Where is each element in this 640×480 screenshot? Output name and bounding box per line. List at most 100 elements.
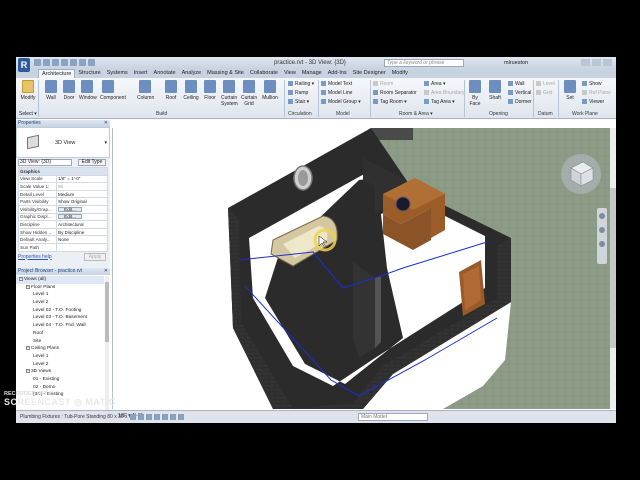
shaft-button[interactable]: Shaft — [487, 80, 503, 101]
model-line-button[interactable]: Model Line — [321, 90, 352, 96]
tree-item[interactable]: Level 2 — [16, 299, 104, 307]
browser-scrollbar[interactable] — [105, 276, 109, 410]
floor-button[interactable]: Floor — [202, 80, 218, 101]
level-button[interactable]: Level — [536, 81, 555, 87]
measure-icon[interactable] — [79, 59, 86, 66]
property-value[interactable]: Medium — [56, 189, 108, 199]
roof-button[interactable]: Roof — [163, 80, 179, 101]
edit-button[interactable]: Edit... — [58, 206, 82, 212]
tab-insert[interactable]: Insert — [131, 69, 151, 78]
ceiling-button[interactable]: Ceiling — [183, 80, 199, 101]
wall-button[interactable]: Wall — [43, 80, 59, 101]
tree-item[interactable]: −3D Views — [16, 368, 104, 376]
room-button[interactable]: Room — [373, 81, 393, 87]
property-value[interactable]: Edit... — [56, 204, 108, 214]
tree-item[interactable]: Site — [16, 338, 104, 346]
show-button[interactable]: Show — [582, 81, 602, 87]
help-search-input[interactable]: Type a keyword or phrase — [384, 59, 464, 67]
viewport-scrollbar[interactable] — [610, 128, 616, 409]
railing-button[interactable]: Railing ▾ — [288, 81, 314, 87]
expand-toggle-icon[interactable]: − — [26, 369, 30, 374]
redo-icon[interactable] — [61, 59, 68, 66]
tree-item[interactable]: − Ceiling Plans — [16, 345, 104, 353]
tab-view[interactable]: View — [281, 69, 299, 78]
signed-in-user[interactable]: mlrueston — [504, 60, 528, 66]
wall-button[interactable]: Wall — [508, 81, 525, 87]
modify-button[interactable]: Modify — [20, 80, 36, 101]
tab-analyze[interactable]: Analyze — [179, 69, 205, 78]
property-value[interactable]: Architectural — [56, 220, 108, 229]
tab-site-designer[interactable]: Site Designer — [350, 69, 389, 78]
mullion-button[interactable]: Mullion — [262, 80, 278, 101]
save-icon[interactable] — [43, 59, 50, 66]
tab-manage[interactable]: Manage — [299, 69, 325, 78]
expand-toggle-icon[interactable]: − — [26, 346, 30, 351]
property-value[interactable]: Edit... — [56, 212, 108, 222]
model-text-button[interactable]: Model Text — [321, 81, 352, 87]
property-value[interactable] — [56, 242, 108, 252]
tree-item[interactable]: Level 02 - T.O. Footing — [16, 307, 104, 315]
model-3d-scene[interactable] — [113, 128, 610, 409]
grid-button[interactable]: Grid — [536, 90, 552, 96]
dormer-button[interactable]: Dormer — [508, 99, 532, 105]
tab-structure[interactable]: Structure — [75, 69, 103, 78]
expand-toggle-icon[interactable]: − — [19, 277, 23, 281]
scroll-thumb[interactable] — [610, 188, 616, 348]
tab-annotate[interactable]: Annotate — [151, 69, 179, 78]
ramp-button[interactable]: Ramp — [288, 90, 308, 96]
navigation-bar[interactable] — [597, 208, 607, 264]
shadows-icon[interactable] — [154, 414, 160, 420]
properties-help-link[interactable]: Properties help — [18, 254, 52, 260]
viewcube-icon[interactable] — [561, 154, 601, 194]
edit-type-button[interactable]: Edit Type — [78, 159, 106, 166]
curtain-grid-button[interactable]: Curtain Grid — [241, 80, 257, 107]
edit-button[interactable]: Edit... — [58, 214, 82, 220]
select-dropdown[interactable]: Select ▾ — [19, 111, 37, 117]
by-face-button[interactable]: By Face — [467, 80, 483, 107]
maximize-icon[interactable] — [592, 59, 601, 66]
active-model-field[interactable]: Main Model — [358, 413, 428, 421]
app-logo-icon[interactable]: R — [18, 58, 30, 72]
close-icon[interactable]: ✕ — [104, 120, 108, 127]
property-value[interactable]: 96 — [56, 182, 108, 191]
window-button[interactable]: Window — [79, 80, 97, 101]
viewer-button[interactable]: Viewer — [582, 99, 604, 105]
tree-item[interactable]: − Views (all) — [16, 276, 104, 284]
tag-room-button[interactable]: Tag Room ▾ — [373, 99, 407, 105]
visual-style-icon[interactable] — [138, 414, 144, 420]
undo-icon[interactable] — [52, 59, 59, 66]
tab-architecture[interactable]: Architecture — [38, 69, 76, 78]
expand-toggle-icon[interactable]: − — [26, 284, 30, 289]
chevron-down-icon[interactable]: ▾ — [104, 140, 107, 146]
hide-isolate-icon[interactable] — [170, 414, 176, 420]
scroll-thumb[interactable] — [105, 282, 109, 342]
column-button[interactable]: Column — [137, 80, 154, 101]
reveal-icon[interactable] — [178, 414, 184, 420]
tree-item[interactable]: Level 1 — [16, 353, 104, 361]
close-icon[interactable]: ✕ — [104, 268, 108, 275]
tree-item[interactable]: Level 04 - T.O. Fnd. Wall — [16, 322, 104, 330]
room-separator-button[interactable]: Room Separator — [373, 90, 417, 96]
tree-item[interactable]: Level 1 — [16, 291, 104, 299]
tree-item[interactable]: Level 2 — [16, 361, 104, 369]
sun-path-icon[interactable] — [146, 414, 152, 420]
type-selector[interactable]: 3D View ▾ — [16, 127, 110, 158]
ref-plane-button[interactable]: Ref Plane — [582, 90, 611, 96]
stair-button[interactable]: Stair ▾ — [288, 99, 309, 105]
door-button[interactable]: Door — [61, 80, 77, 101]
tab-systems[interactable]: Systems — [104, 69, 131, 78]
3d-viewport[interactable] — [112, 128, 610, 409]
vertical-button[interactable]: Vertical — [508, 90, 531, 96]
component-button[interactable]: Component — [100, 80, 126, 101]
tree-item[interactable]: Level 03 - T.O. Basement — [16, 314, 104, 322]
close-icon[interactable] — [603, 59, 612, 66]
property-value[interactable]: Show Original — [56, 197, 108, 206]
detail-level-icon[interactable] — [130, 414, 136, 420]
area-boundary-button[interactable]: Area Boundary — [424, 90, 464, 96]
area-button[interactable]: Area ▾ — [424, 81, 445, 87]
3d-view-icon[interactable] — [88, 59, 95, 66]
property-value[interactable]: By Discipline — [56, 227, 108, 237]
tree-item[interactable]: Roof — [16, 330, 104, 338]
tab-massing-site[interactable]: Massing & Site — [204, 69, 247, 78]
curtain-system-button[interactable]: Curtain System — [221, 80, 238, 107]
